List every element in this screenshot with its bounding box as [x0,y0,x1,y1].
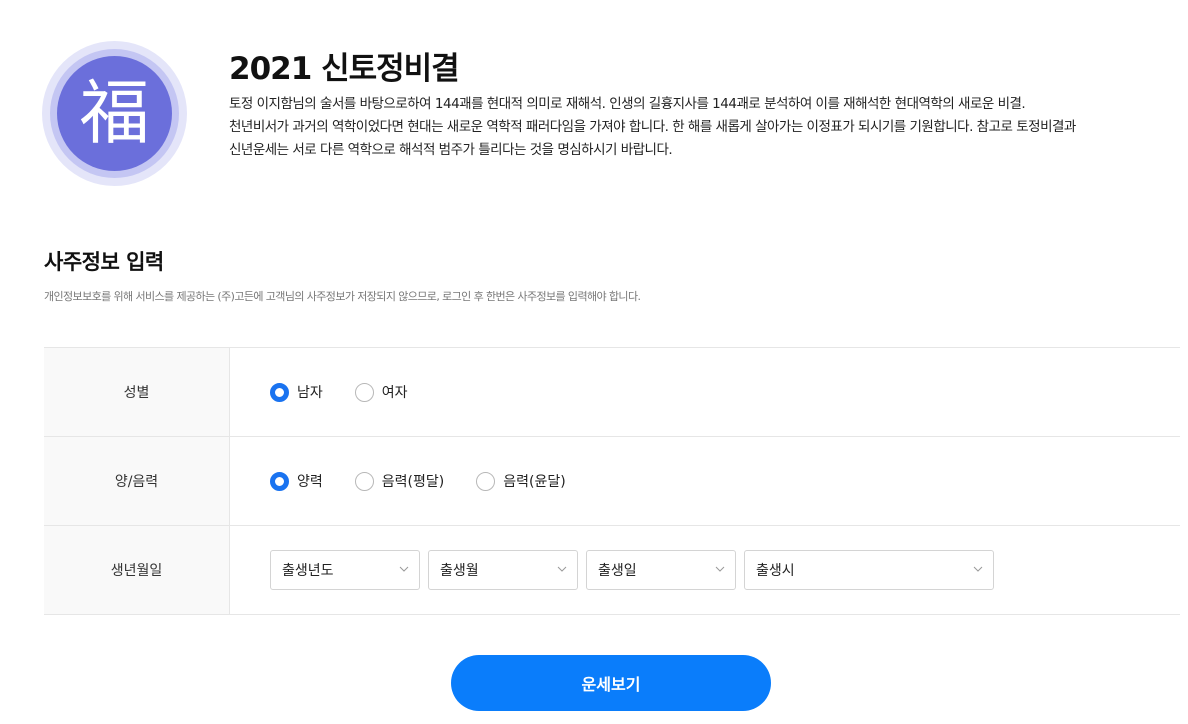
birth-day-select[interactable]: 출생일 [586,550,736,590]
radio-male[interactable]: 남자 [270,382,323,402]
gender-options: 남자 여자 [230,348,1180,436]
radio-label: 남자 [297,385,323,401]
description-line: 천년비서가 과거의 역학이었다면 현대는 새로운 역학적 패러다임을 가져야 합… [229,119,1076,135]
calendar-options: 양력 음력(평달) 음력(윤달) [230,437,1180,525]
birth-hour-select[interactable]: 출생시 [744,550,994,590]
chevron-down-icon [557,566,567,572]
description-line: 신년운세는 서로 다른 역학으로 해석적 범주가 틀리다는 것을 명심하시기 바… [229,142,673,158]
radio-lunar-leap[interactable]: 음력(윤달) [476,471,566,491]
hero-section: 福 2021 신토정비결 토정 이지함님의 술서를 바탕으로하여 144괘를 현… [0,0,1188,200]
select-value: 출생시 [756,563,795,579]
radio-lunar-normal[interactable]: 음력(평달) [354,471,445,491]
calendar-label: 양/음력 [44,437,230,525]
birth-month-select[interactable]: 출생월 [428,550,578,590]
birthdate-row: 생년월일 출생년도 출생월 출생일 출생시 [44,526,1180,615]
birth-year-select[interactable]: 출생년도 [270,550,420,590]
radio-label: 음력(평달) [381,474,445,490]
page-title: 2021 신토정비결 [229,51,460,87]
description-line: 토정 이지함님의 술서를 바탕으로하여 144괘를 현대적 의미로 재해석. 인… [229,96,1026,112]
page-description: 토정 이지함님의 술서를 바탕으로하여 144괘를 현대적 의미로 재해석. 인… [229,93,1179,162]
radio-unchecked-icon [354,382,374,402]
calendar-row: 양/음력 양력 음력(평달) 음력(윤달) [44,437,1180,526]
saju-form: 성별 남자 여자 양/음력 양력 음력(평달) 음력(윤달) 생년월일 출생년도… [44,347,1180,615]
birthdate-label: 생년월일 [44,526,230,614]
chevron-down-icon [973,566,983,572]
radio-checked-icon [270,382,289,402]
view-fortune-button[interactable]: 운세보기 [451,655,771,711]
select-value: 출생월 [440,563,479,579]
privacy-note: 개인정보보호를 위해 서비스를 제공하는 (주)고든에 고객님의 사주정보가 저… [44,290,641,303]
radio-checked-icon [270,471,289,491]
radio-unchecked-icon [476,471,496,491]
fortune-emblem: 福 [42,41,187,186]
select-value: 출생년도 [282,563,334,579]
radio-unchecked-icon [354,471,374,491]
radio-label: 양력 [297,474,323,490]
chevron-down-icon [399,566,409,572]
gender-label: 성별 [44,348,230,436]
radio-label: 여자 [381,385,408,401]
select-value: 출생일 [598,563,637,579]
emblem-ring: 福 [50,49,179,178]
radio-female[interactable]: 여자 [354,382,408,402]
fortune-character-icon: 福 [57,56,172,171]
chevron-down-icon [715,566,725,572]
gender-row: 성별 남자 여자 [44,348,1180,437]
radio-label: 음력(윤달) [503,474,566,490]
radio-solar[interactable]: 양력 [270,471,323,491]
birthdate-selects: 출생년도 출생월 출생일 출생시 [230,526,1180,614]
section-title: 사주정보 입력 [44,250,164,274]
